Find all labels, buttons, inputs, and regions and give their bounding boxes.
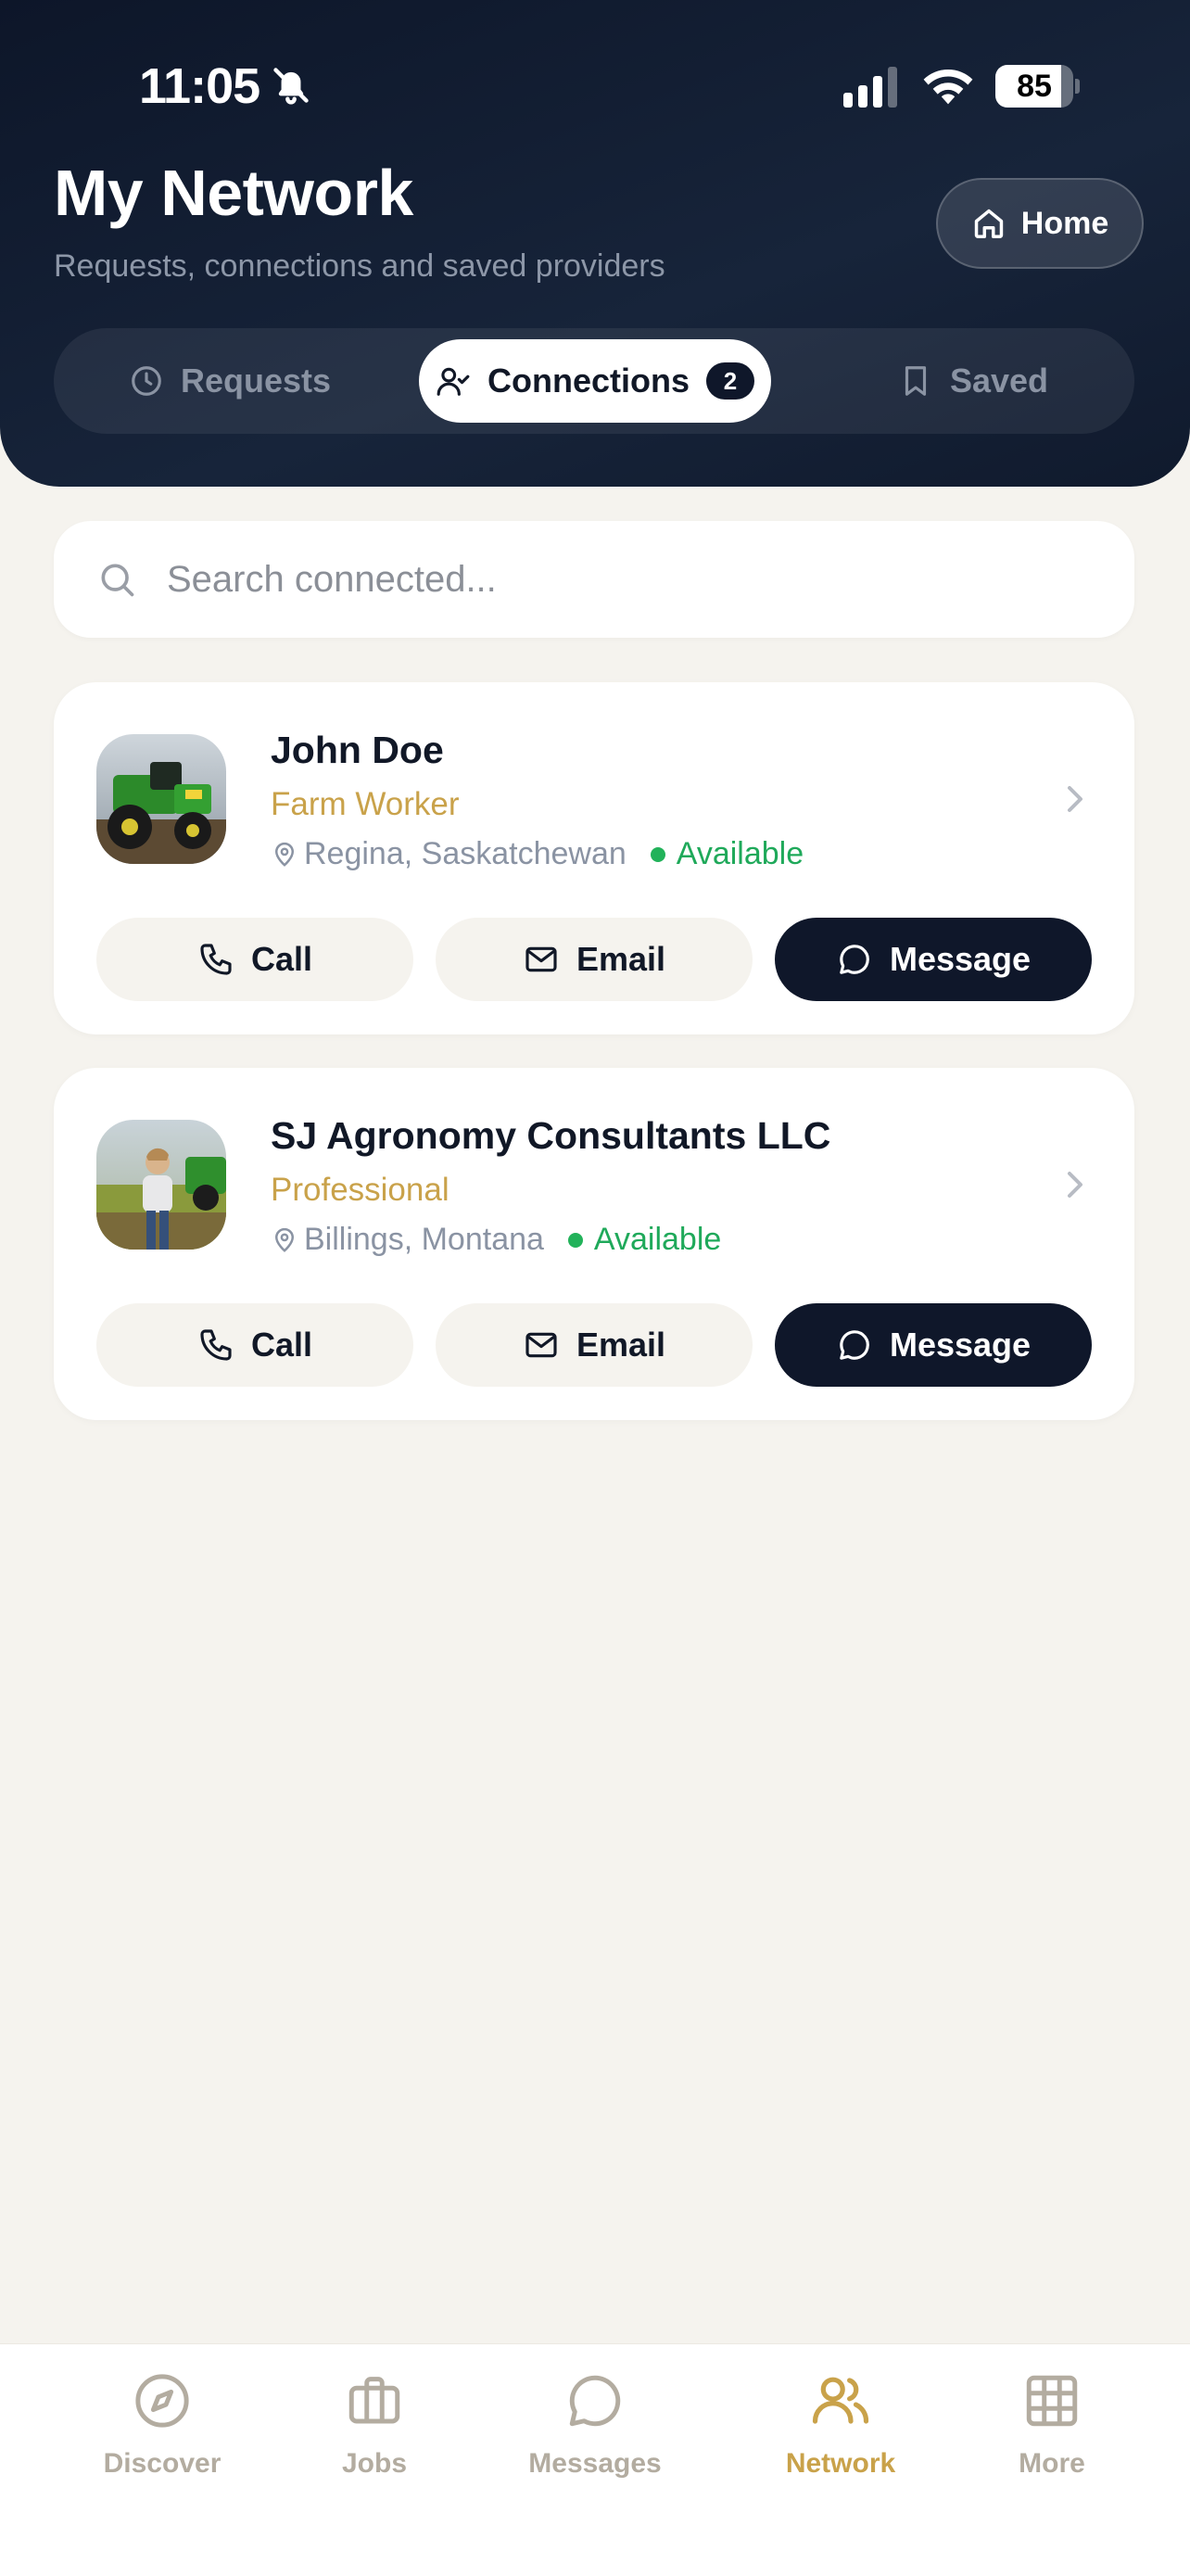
bell-muted-icon	[273, 68, 309, 105]
page-subtitle: Requests, connections and saved provider…	[54, 248, 665, 284]
availability-status: Available	[676, 836, 804, 871]
connection-card[interactable]: SJ Agronomy Consultants LLC Professional…	[54, 1068, 1134, 1420]
message-label: Message	[889, 940, 1032, 978]
chat-bubble-icon	[840, 1330, 869, 1360]
search-icon	[101, 564, 134, 597]
call-label: Call	[250, 940, 313, 978]
phone-icon	[200, 944, 232, 975]
call-button[interactable]: Call	[96, 1303, 413, 1387]
connection-name: SJ Agronomy Consultants LLC	[271, 1114, 831, 1157]
email-label: Email	[576, 1326, 666, 1364]
connection-role: Professional	[271, 1172, 449, 1208]
message-button[interactable]: Message	[775, 1303, 1092, 1387]
nav-messages-label: Messages	[528, 2448, 662, 2479]
connection-meta: Billings, Montana Available	[271, 1222, 721, 1258]
wifi-icon	[923, 69, 973, 105]
tractor-photo-icon	[96, 734, 226, 864]
person-field-photo-icon	[96, 1120, 226, 1250]
mail-icon	[525, 1332, 557, 1358]
tab-connections[interactable]: Connections 2	[419, 339, 771, 423]
call-button[interactable]: Call	[96, 918, 413, 1001]
avatar	[96, 734, 226, 864]
availability-dot	[567, 1232, 583, 1248]
email-label: Email	[576, 940, 666, 978]
card-actions: Call Email Message	[96, 1303, 1092, 1387]
status-time: 11:05	[139, 58, 260, 114]
clock-icon	[132, 366, 161, 396]
chevron-right-icon[interactable]	[1058, 1166, 1090, 1203]
card-actions: Call Email Message	[96, 918, 1092, 1001]
home-button-label: Home	[1020, 205, 1109, 241]
location-pin-icon	[274, 842, 295, 867]
page-title: My Network	[54, 157, 413, 229]
home-button[interactable]: Home	[936, 178, 1144, 269]
tab-requests[interactable]: Requests	[91, 339, 369, 423]
mail-icon	[525, 946, 557, 972]
connection-card[interactable]: John Doe Farm Worker Regina, Saskatchewa…	[54, 682, 1134, 1034]
nav-jobs[interactable]: Jobs	[282, 2370, 467, 2480]
connection-meta: Regina, Saskatchewan Available	[271, 836, 804, 872]
users-icon	[812, 2377, 869, 2424]
briefcase-icon	[348, 2377, 400, 2424]
avatar	[96, 1120, 226, 1250]
grid-icon	[1026, 2375, 1078, 2427]
compass-icon	[135, 2374, 189, 2428]
message-button[interactable]: Message	[775, 918, 1092, 1001]
tab-saved[interactable]: Saved	[834, 339, 1112, 423]
battery-indicator: 85	[995, 65, 1080, 108]
network-tabs: Requests Connections 2 Saved	[54, 328, 1134, 434]
connection-role: Farm Worker	[271, 786, 460, 822]
message-label: Message	[889, 1326, 1032, 1364]
call-label: Call	[250, 1326, 313, 1364]
nav-discover[interactable]: Discover	[70, 2370, 255, 2480]
user-check-icon	[437, 367, 470, 396]
location-pin-icon	[274, 1227, 295, 1252]
phone-icon	[200, 1329, 232, 1361]
nav-discover-label: Discover	[103, 2448, 222, 2479]
tab-connections-label: Connections	[487, 362, 690, 400]
search-bar	[54, 521, 1134, 638]
connection-location: Regina, Saskatchewan	[304, 836, 627, 871]
email-button[interactable]: Email	[436, 1303, 753, 1387]
connection-location: Billings, Montana	[304, 1222, 544, 1257]
nav-messages[interactable]: Messages	[502, 2370, 688, 2480]
nav-network-label: Network	[785, 2448, 896, 2479]
search-input[interactable]	[165, 557, 1049, 602]
battery-percent: 85	[1017, 69, 1052, 104]
nav-network[interactable]: Network	[748, 2370, 933, 2480]
nav-jobs-label: Jobs	[341, 2448, 408, 2479]
chat-bubble-icon	[840, 945, 869, 974]
home-icon	[974, 209, 1003, 238]
bottom-nav: Discover Jobs Messages Network More	[0, 2343, 1190, 2576]
tab-requests-label: Requests	[180, 362, 332, 400]
nav-more-label: More	[1019, 2448, 1085, 2479]
nav-more[interactable]: More	[959, 2370, 1145, 2480]
connections-count-badge: 2	[706, 362, 754, 400]
bookmark-icon	[905, 366, 927, 396]
header: 11:05 85 My Network Requests, connection…	[0, 0, 1190, 487]
cellular-signal-icon	[843, 67, 897, 108]
chat-bubble-icon	[569, 2375, 621, 2427]
email-button[interactable]: Email	[436, 918, 753, 1001]
connection-name: John Doe	[271, 729, 444, 771]
availability-status: Available	[593, 1222, 722, 1257]
chevron-right-icon[interactable]	[1058, 780, 1090, 818]
availability-dot	[650, 846, 665, 862]
tab-saved-label: Saved	[949, 362, 1049, 400]
status-bar: 11:05 85	[0, 0, 1190, 139]
